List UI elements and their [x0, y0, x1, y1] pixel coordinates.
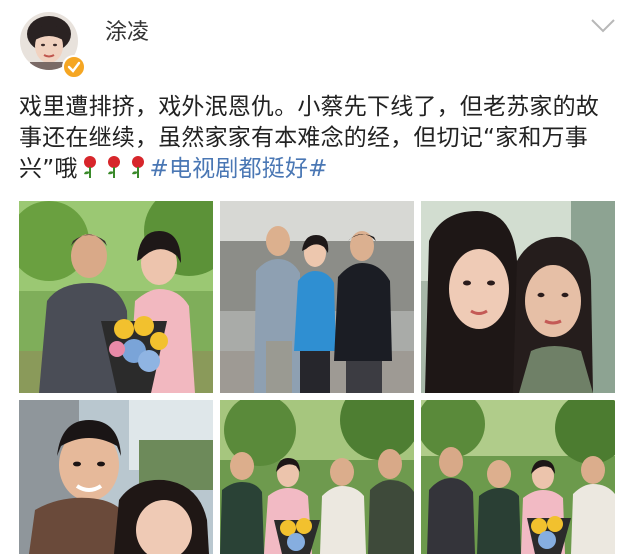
- photo-3[interactable]: [421, 201, 615, 393]
- rose-icon: [129, 155, 147, 179]
- verified-icon: [62, 55, 86, 79]
- post-text: 戏里遭排挤，戏外泯恩仇。小蔡先下线了，但老苏家的故 事还在继续，虽然家家有本难念…: [19, 92, 621, 185]
- post-text-line-prefix: 兴”哦: [19, 156, 78, 182]
- photo-5[interactable]: [220, 400, 414, 554]
- chevron-down-icon[interactable]: [588, 14, 618, 38]
- post-text-line: 戏里遭排挤，戏外泯恩仇。小蔡先下线了，但老苏家的故: [19, 94, 599, 120]
- photo-1[interactable]: [19, 201, 213, 393]
- post-text-line: 兴”哦 #电视剧都挺好#: [19, 154, 621, 185]
- hashtag-link[interactable]: #电视剧都挺好#: [150, 156, 328, 182]
- photo-2[interactable]: [220, 201, 414, 393]
- rose-icon: [81, 155, 99, 179]
- photo-6[interactable]: [421, 400, 615, 554]
- rose-icon: [105, 155, 123, 179]
- post-text-line: 事还在继续，虽然家家有本难念的经，但切记“家和万事: [19, 125, 588, 151]
- username[interactable]: 涂凌: [105, 14, 149, 46]
- photo-4[interactable]: [19, 400, 213, 554]
